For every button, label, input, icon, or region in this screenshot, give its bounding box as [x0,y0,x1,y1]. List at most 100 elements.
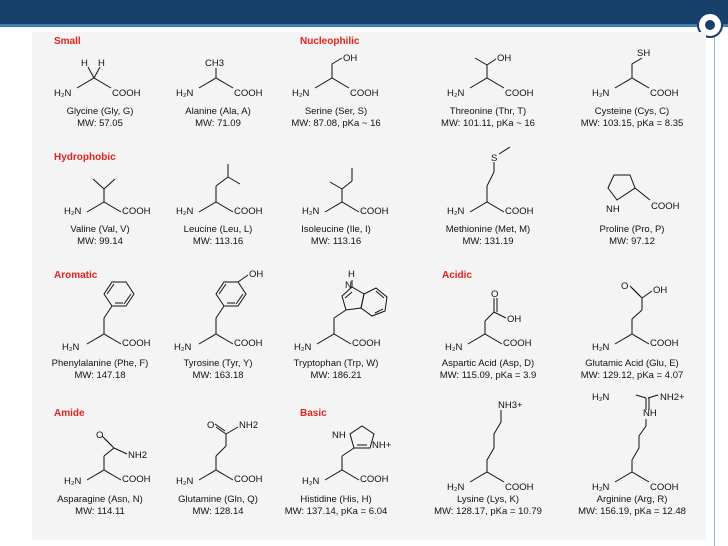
name-proline: Proline (Pro, P) [600,224,665,235]
svg-text:O: O [207,420,214,431]
mw-threonine: MW: 101.11, pKa ~ 16 [441,118,535,129]
svg-text:OH: OH [343,53,357,64]
svg-text:COOH: COOH [234,338,263,349]
structure-alanine: H₂N COOH CH3 [176,58,263,99]
structure-phenylalanine: H₂N COOH [62,281,151,353]
structure-tryptophan: N H H₂N COOH [294,269,388,353]
svg-text:CH3: CH3 [205,58,224,69]
svg-text:NH: NH [332,430,346,441]
name-threonine: Threonine (Thr, T) [450,106,526,117]
svg-text:H₂N: H₂N [447,88,465,99]
svg-text:H₂N: H₂N [174,342,192,353]
name-isoleucine: Isoleucine (Ile, I) [301,224,371,235]
mw-isoleucine: MW: 113.16 [311,236,361,247]
category-amide: Amide [54,408,85,419]
svg-text:H₂N: H₂N [64,206,82,217]
structure-aspartic-acid: O OH H₂N COOH [445,289,532,353]
svg-text:OH: OH [497,53,511,64]
svg-text:H₂N: H₂N [592,88,610,99]
svg-text:H: H [81,58,88,69]
svg-text:COOH: COOH [651,201,680,212]
name-glutamic-acid: Glutamic Acid (Glu, E) [585,358,678,369]
svg-text:COOH: COOH [112,88,141,99]
svg-text:H₂N: H₂N [445,342,463,353]
svg-text:OH: OH [249,269,263,280]
name-alanine: Alanine (Ala, A) [185,106,250,117]
svg-text:H₂N: H₂N [302,206,320,217]
structure-proline: NH COOH [606,174,680,215]
structure-leucine: H₂N COOH [176,164,263,217]
svg-text:COOH: COOH [122,338,151,349]
svg-text:H₂N: H₂N [54,88,72,99]
category-nucleophilic: Nucleophilic [300,36,360,47]
svg-text:NH: NH [606,204,620,215]
structure-arginine: NH H₂N NH2+ H₂N COOH [592,392,685,493]
svg-text:O: O [491,289,498,300]
mw-leucine: MW: 113.16 [193,236,243,247]
svg-text:H₂N: H₂N [592,392,610,403]
svg-text:H₂N: H₂N [592,482,610,493]
mw-valine: MW: 99.14 [77,236,123,247]
category-aromatic: Aromatic [54,270,98,281]
mw-phenylalanine: MW: 147.18 [74,370,125,381]
category-basic: Basic [300,408,327,419]
svg-text:O: O [96,430,103,441]
name-tryptophan: Tryptophan (Trp, W) [294,358,379,369]
svg-text:H₂N: H₂N [302,476,320,487]
category-hydrophobic: Hydrophobic [54,152,116,163]
mw-tyrosine: MW: 163.18 [192,370,243,381]
name-lysine: Lysine (Lys, K) [457,494,519,505]
name-serine: Serine (Ser, S) [305,106,367,117]
svg-text:COOH: COOH [360,474,389,485]
structure-valine: H₂N COOH [64,178,151,217]
mw-aspartic-acid: MW: 115.09, pKa = 3.9 [440,370,537,381]
structure-glycine: H₂N COOH H H [54,58,141,99]
svg-text:H₂N: H₂N [447,482,465,493]
name-valine: Valine (Val, V) [70,224,129,235]
svg-text:H₂N: H₂N [64,476,82,487]
structure-glutamine: O NH2 H₂N COOH [176,420,263,487]
mw-glycine: MW: 57.05 [77,118,123,129]
svg-text:COOH: COOH [234,474,263,485]
svg-text:OH: OH [507,314,521,325]
structure-lysine: NH3+ H₂N COOH [447,400,534,493]
structure-serine: H₂N COOH OH [292,53,379,99]
structure-glutamic-acid: O OH H₂N COOH [592,281,679,353]
svg-text:COOH: COOH [234,88,263,99]
svg-text:O: O [621,281,628,292]
svg-text:COOH: COOH [650,338,679,349]
svg-text:H₂N: H₂N [592,342,610,353]
svg-text:NH: NH [643,408,657,419]
svg-text:H₂N: H₂N [62,342,80,353]
svg-text:COOH: COOH [505,88,534,99]
right-divider-line [714,27,715,546]
name-methionine: Methionine (Met, M) [446,224,530,235]
mw-tryptophan: MW: 186.21 [310,370,361,381]
mw-lysine: MW: 128.17, pKa = 10.79 [434,506,542,517]
header-accent-line [0,24,728,27]
name-tyrosine: Tyrosine (Tyr, Y) [184,358,253,369]
structure-asparagine: O NH2 H₂N COOH [64,430,151,487]
structure-histidine: NH NH+ H₂N COOH [302,425,392,487]
structure-threonine: H₂N COOH OH [447,53,534,99]
name-histidine: Histidine (His, H) [300,494,371,505]
mw-methionine: MW: 131.19 [462,236,513,247]
mw-cysteine: MW: 103.15, pKa = 8.35 [581,118,684,129]
svg-text:NH2: NH2 [128,450,147,461]
svg-text:H₂N: H₂N [447,206,465,217]
svg-text:COOH: COOH [503,338,532,349]
svg-text:COOH: COOH [350,88,379,99]
svg-text:H: H [348,269,355,280]
mw-glutamic-acid: MW: 129.12, pKa = 4.07 [581,370,684,381]
mw-asparagine: MW: 114.11 [75,506,125,517]
name-glutamine: Glutamine (Gln, Q) [178,494,258,505]
svg-text:SH: SH [637,48,650,59]
mw-serine: MW: 87.08, pKa ~ 16 [291,118,380,129]
name-asparagine: Asparagine (Asn, N) [57,494,143,505]
name-leucine: Leucine (Leu, L) [184,224,253,235]
circle-icon [705,20,715,30]
mw-histidine: MW: 137.14, pKa = 6.04 [285,506,388,517]
structure-tyrosine: OH H₂N COOH [174,269,263,353]
mw-alanine: MW: 71.09 [195,118,241,129]
svg-text:H₂N: H₂N [292,88,310,99]
